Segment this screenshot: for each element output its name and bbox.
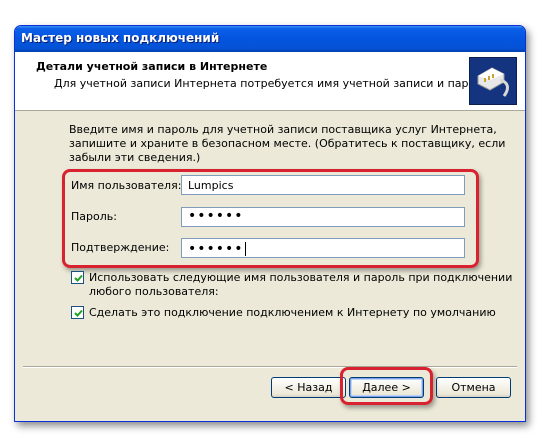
use-for-all-users-label: Использовать следующие имя пользователя … bbox=[89, 271, 513, 298]
make-default-connection-label: Сделать это подключение подключением к И… bbox=[89, 306, 496, 319]
make-default-connection-checkbox[interactable] bbox=[71, 306, 84, 319]
button-separator bbox=[23, 366, 517, 368]
phone-connector-icon bbox=[469, 57, 517, 105]
checkmark-icon bbox=[74, 309, 83, 317]
window-title: Мастер новых подключений bbox=[21, 31, 220, 45]
wizard-header: Детали учетной записи в Интернете Для уч… bbox=[15, 52, 525, 111]
use-for-all-users-checkbox[interactable] bbox=[71, 271, 84, 284]
title-bar[interactable]: Мастер новых подключений bbox=[15, 26, 525, 52]
header-title: Детали учетной записи в Интернете bbox=[36, 60, 268, 73]
back-button[interactable]: < Назад bbox=[271, 377, 346, 398]
credentials-highlight-frame bbox=[62, 169, 479, 268]
new-connection-wizard-window: Мастер новых подключений Детали учетной … bbox=[14, 25, 526, 422]
checkmark-icon bbox=[74, 274, 83, 282]
instructions-text: Введите имя и пароль для учетной записи … bbox=[69, 123, 506, 164]
next-button-highlight-frame bbox=[340, 367, 433, 405]
cancel-button[interactable]: Отмена bbox=[436, 377, 511, 398]
header-subtitle: Для учетной записи Интернета потребуется… bbox=[54, 77, 493, 90]
